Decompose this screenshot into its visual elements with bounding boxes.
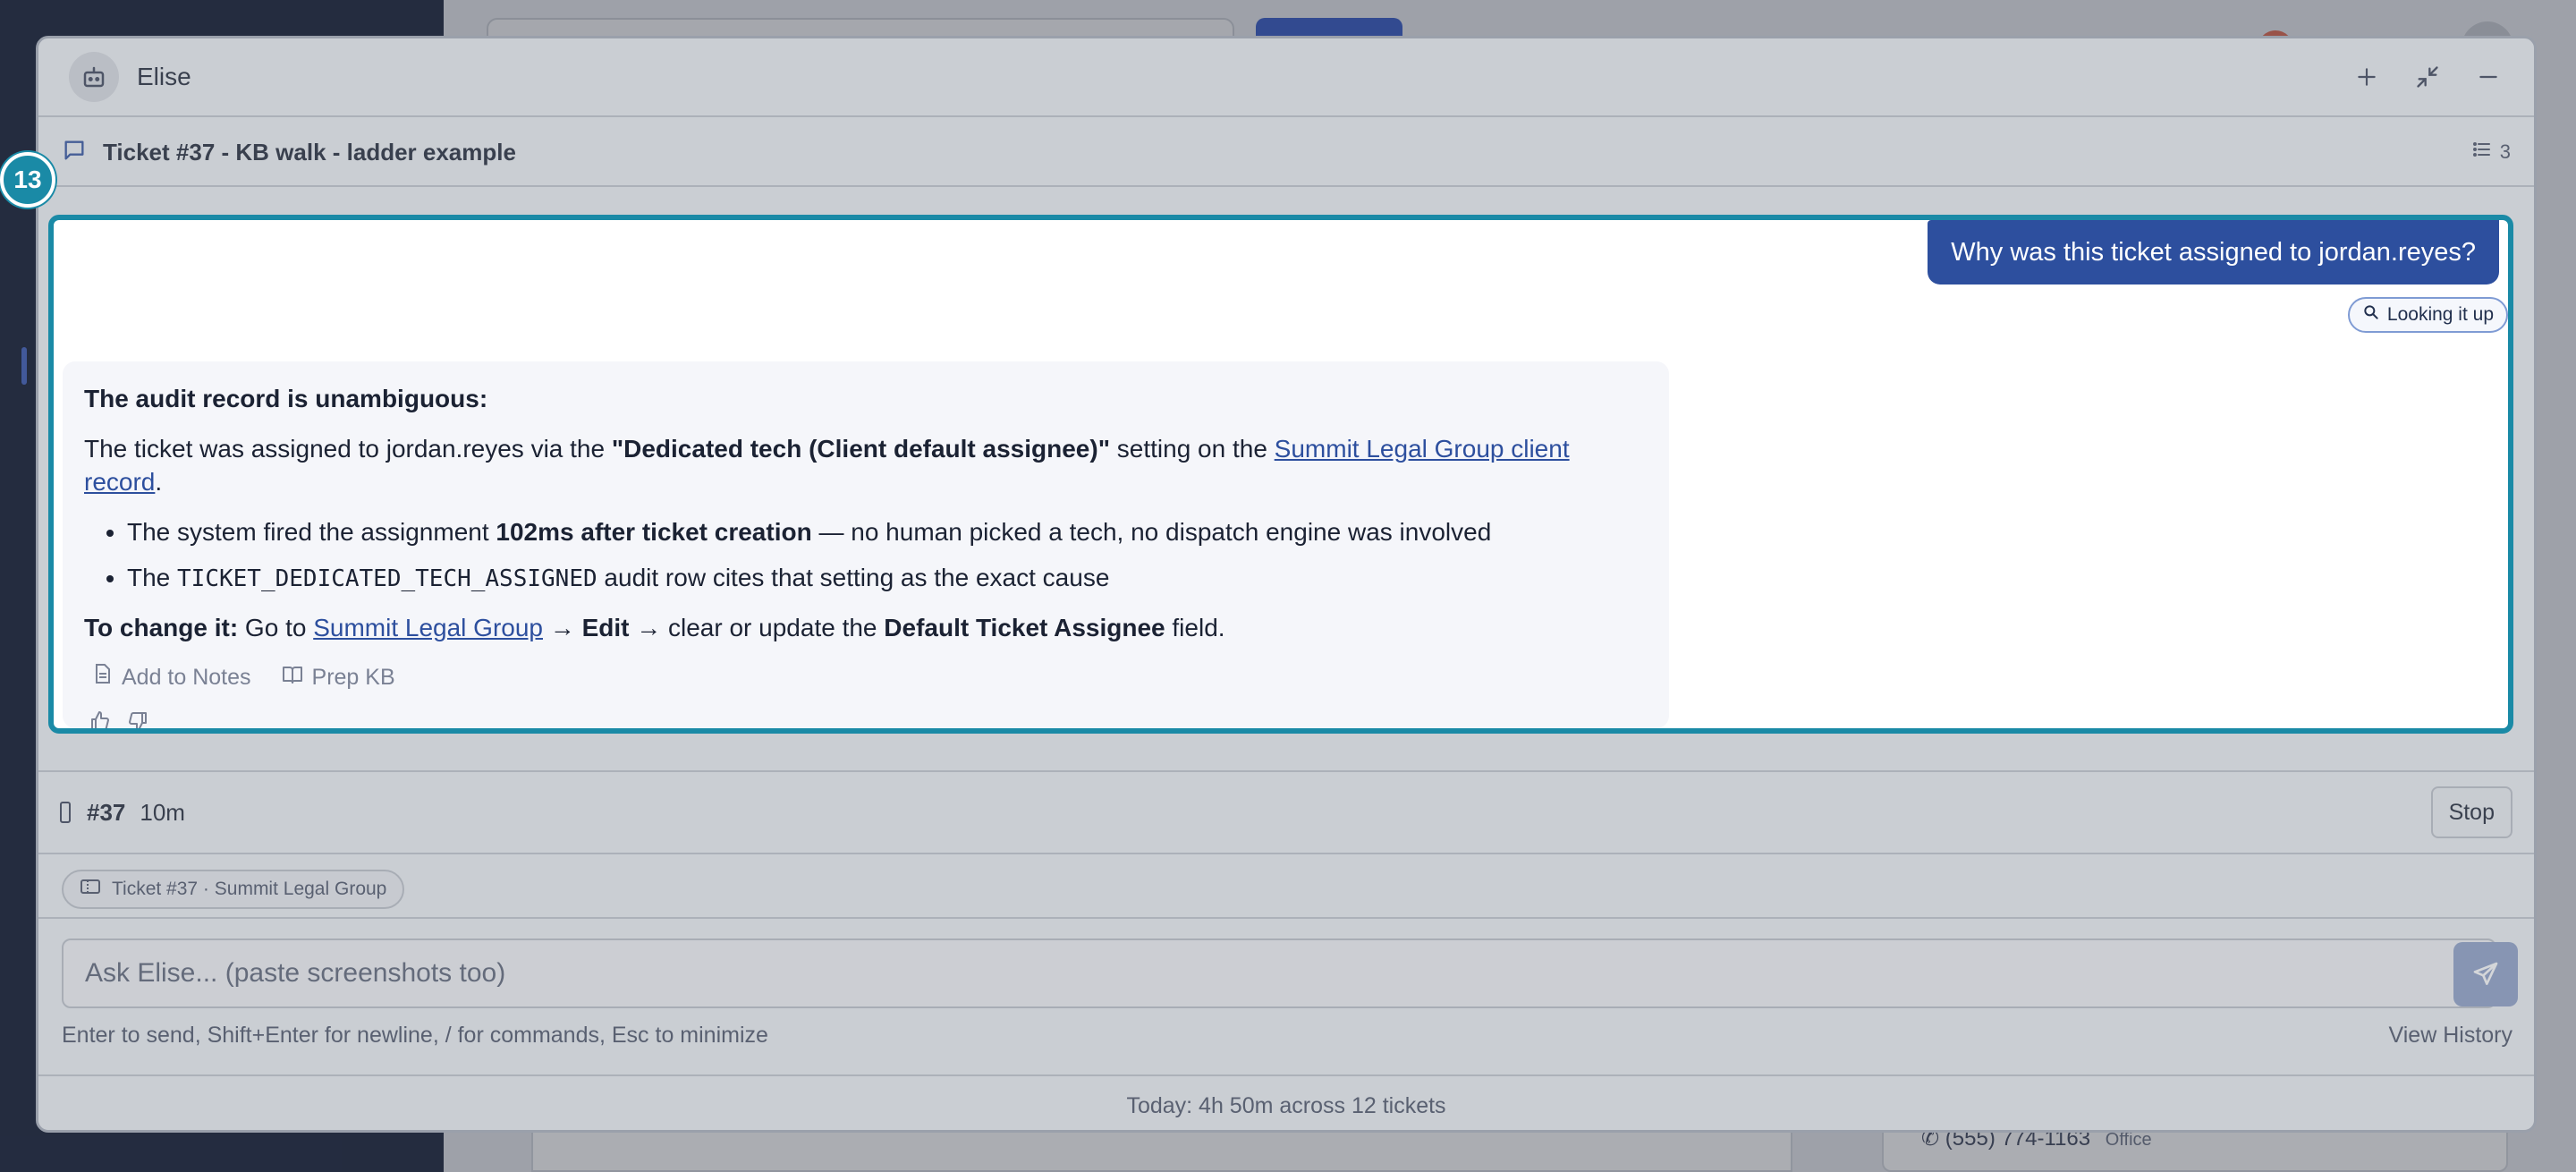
context-chip-label: Ticket #37 · Summit Legal Group bbox=[112, 879, 387, 899]
conversation-highlight: Why was this ticket assigned to jordan.r… bbox=[48, 215, 2513, 734]
status-ticket-number: #37 bbox=[87, 798, 126, 826]
search-icon bbox=[2362, 303, 2380, 327]
text: — no human picked a tech, no dispatch en… bbox=[811, 518, 1492, 547]
stop-button[interactable]: Stop bbox=[2430, 786, 2512, 838]
annotation-badge: 13 bbox=[0, 152, 55, 208]
list-icon bbox=[2471, 139, 2493, 166]
thumbs-up-icon[interactable] bbox=[89, 708, 111, 728]
list-item: The TICKET_DEDICATED_TECH_ASSIGNED audit… bbox=[127, 562, 1648, 595]
context-chip[interactable]: Ticket #37 · Summit Legal Group bbox=[62, 870, 405, 909]
user-message: Why was this ticket assigned to jordan.r… bbox=[1928, 220, 2499, 285]
robot-icon bbox=[69, 52, 119, 102]
change-instructions: To change it: Go to Summit Legal Group →… bbox=[84, 612, 1648, 644]
keyboard-hint: Enter to send, Shift+Enter for newline, … bbox=[62, 1023, 768, 1048]
document-icon bbox=[93, 663, 113, 692]
response-actions: Add to Notes Prep KB bbox=[93, 663, 1648, 692]
timing-highlight: 102ms after ticket creation bbox=[496, 518, 812, 547]
thread-count: 3 bbox=[2499, 140, 2511, 163]
thumbs-down-icon[interactable] bbox=[127, 708, 148, 728]
text: audit row cites that setting as the exac… bbox=[597, 563, 1110, 591]
collapse-icon[interactable] bbox=[2412, 62, 2443, 92]
audit-code: TICKET_DEDICATED_TECH_ASSIGNED bbox=[177, 565, 597, 592]
add-to-notes-button[interactable]: Add to Notes bbox=[93, 663, 251, 692]
text: . bbox=[155, 467, 163, 496]
summit-legal-link[interactable]: Summit Legal Group bbox=[313, 614, 543, 641]
text: The ticket was assigned to jordan.reyes … bbox=[84, 435, 612, 463]
list-item: The system fired the assignment 102ms af… bbox=[127, 516, 1648, 548]
text: The bbox=[127, 563, 178, 591]
send-button[interactable] bbox=[2453, 942, 2518, 1006]
lookup-status-label: Looking it up bbox=[2386, 304, 2494, 325]
context-chips: Ticket #37 · Summit Legal Group bbox=[62, 860, 405, 919]
add-to-notes-label: Add to Notes bbox=[122, 664, 251, 690]
edit-label: Edit bbox=[581, 614, 630, 642]
ask-input[interactable] bbox=[62, 938, 2496, 1008]
assistant-name: Elise bbox=[137, 63, 191, 90]
daily-summary: Today: 4h 50m across 12 tickets bbox=[38, 1074, 2534, 1130]
panel-header: Elise bbox=[38, 38, 2534, 117]
status-bar: #37 10m Stop bbox=[38, 770, 2534, 854]
ticket-bar: Ticket #37 - KB walk - ladder example 3 bbox=[38, 119, 2534, 187]
chat-bubble-icon bbox=[62, 138, 87, 167]
feedback-row bbox=[89, 708, 1648, 728]
prep-kb-label: Prep KB bbox=[311, 664, 395, 690]
ticket-title: Ticket #37 - KB walk - ladder example bbox=[103, 138, 516, 166]
assistant-response: The audit record is unambiguous: The tic… bbox=[63, 361, 1669, 728]
response-heading: The audit record is unambiguous: bbox=[84, 385, 488, 412]
ticket-icon bbox=[80, 878, 101, 901]
lookup-status-chip[interactable]: Looking it up bbox=[2347, 297, 2508, 333]
plus-icon[interactable] bbox=[2351, 62, 2382, 92]
book-icon bbox=[282, 663, 303, 692]
elapsed-time: 10m bbox=[140, 798, 185, 826]
prep-kb-button[interactable]: Prep KB bbox=[282, 663, 395, 692]
view-history-link[interactable]: View History bbox=[2389, 1023, 2512, 1049]
setting-name: "Dedicated tech (Client default assignee… bbox=[611, 435, 1110, 463]
response-paragraph: The ticket was assigned to jordan.reyes … bbox=[84, 433, 1648, 498]
text: The system fired the assignment bbox=[127, 518, 496, 547]
text: → clear or update the bbox=[629, 614, 885, 642]
response-list: The system fired the assignment 102ms af… bbox=[127, 516, 1648, 594]
chips-divider bbox=[38, 917, 2534, 919]
timer-icon bbox=[60, 802, 71, 823]
field-name: Default Ticket Assignee bbox=[884, 614, 1165, 642]
text: Go to bbox=[238, 614, 314, 642]
text: field. bbox=[1165, 614, 1225, 642]
minimize-icon[interactable] bbox=[2473, 62, 2504, 92]
change-label: To change it: bbox=[84, 614, 239, 642]
text: setting on the bbox=[1109, 435, 1275, 463]
thread-list-toggle[interactable]: 3 bbox=[2471, 139, 2511, 166]
arrow: → bbox=[543, 614, 582, 642]
